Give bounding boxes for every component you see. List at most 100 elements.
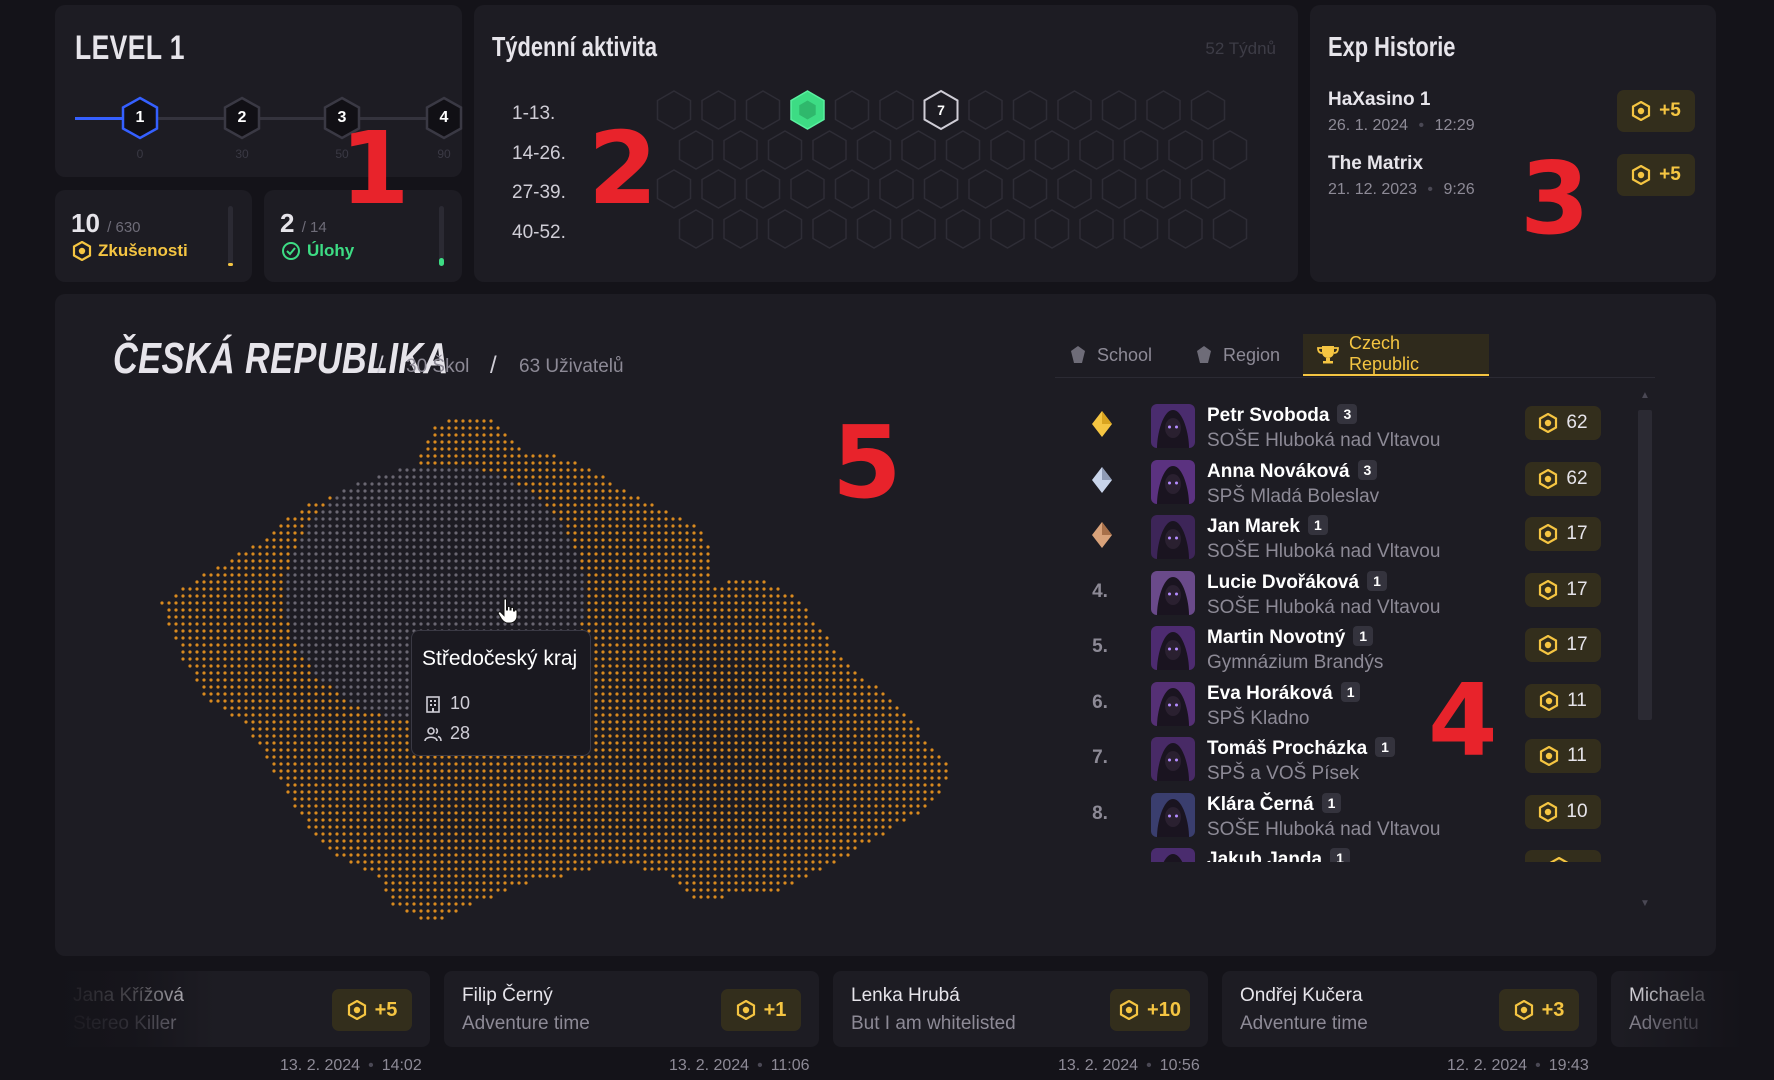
map-dot bbox=[699, 545, 703, 549]
week-cell[interactable] bbox=[745, 169, 781, 209]
map-dot bbox=[881, 825, 885, 829]
week-cell[interactable] bbox=[767, 209, 803, 249]
map-dot bbox=[559, 811, 563, 815]
week-cell[interactable] bbox=[1123, 209, 1159, 249]
map-dot bbox=[650, 720, 654, 724]
week-cell[interactable] bbox=[856, 130, 892, 170]
map-dot bbox=[699, 552, 703, 556]
week-cell[interactable] bbox=[1034, 209, 1070, 249]
week-cell[interactable] bbox=[1079, 130, 1114, 170]
map-dot bbox=[328, 706, 332, 710]
week-cell[interactable] bbox=[701, 169, 736, 209]
map-dot bbox=[692, 832, 696, 836]
week-cell[interactable] bbox=[834, 169, 870, 209]
week-cell[interactable] bbox=[990, 209, 1025, 249]
week-cell[interactable] bbox=[678, 130, 714, 170]
week-cell[interactable] bbox=[968, 90, 1003, 130]
map-dot bbox=[601, 573, 605, 577]
map-dot bbox=[636, 706, 640, 710]
map-dot bbox=[615, 734, 619, 738]
week-cell[interactable] bbox=[1212, 209, 1248, 249]
week-cell[interactable] bbox=[1012, 169, 1048, 209]
week-cell[interactable] bbox=[656, 169, 692, 209]
map-dot bbox=[433, 797, 437, 801]
week-cell[interactable] bbox=[968, 169, 1003, 209]
week-cell[interactable] bbox=[1057, 169, 1092, 209]
week-cell[interactable] bbox=[879, 169, 914, 209]
map-dot bbox=[685, 622, 689, 626]
map-dot bbox=[671, 657, 675, 661]
week-cell[interactable] bbox=[1057, 90, 1092, 130]
week-cell[interactable] bbox=[1101, 90, 1137, 130]
week-cell[interactable] bbox=[790, 169, 825, 209]
map-dot bbox=[188, 650, 192, 654]
map-dot bbox=[664, 713, 668, 717]
map-dot bbox=[272, 762, 276, 766]
week-cell[interactable] bbox=[1212, 130, 1248, 170]
map-dot bbox=[426, 489, 430, 493]
week-cell[interactable] bbox=[1101, 169, 1137, 209]
map-dot bbox=[622, 510, 626, 514]
map-dot bbox=[776, 678, 780, 682]
week-cell[interactable] bbox=[923, 169, 959, 209]
week-cell[interactable] bbox=[1123, 130, 1159, 170]
week-cell[interactable] bbox=[656, 90, 692, 130]
map-dot bbox=[251, 608, 255, 612]
week-cell[interactable] bbox=[812, 209, 847, 249]
week-cell[interactable] bbox=[723, 209, 758, 249]
week-cell[interactable] bbox=[901, 130, 936, 170]
week-cell[interactable] bbox=[701, 90, 736, 130]
map-dot bbox=[573, 461, 577, 465]
week-cell[interactable] bbox=[1034, 130, 1070, 170]
week-cell[interactable] bbox=[1146, 169, 1181, 209]
map-dot bbox=[461, 573, 465, 577]
map-dot bbox=[867, 727, 871, 731]
week-cell[interactable] bbox=[879, 90, 914, 130]
week-cell[interactable] bbox=[767, 130, 803, 170]
map-dot bbox=[223, 615, 227, 619]
week-cell[interactable] bbox=[856, 209, 892, 249]
map-dot bbox=[783, 713, 787, 717]
map-dot bbox=[636, 818, 640, 822]
map-dot bbox=[398, 531, 402, 535]
map-dot bbox=[300, 622, 304, 626]
map-dot bbox=[650, 517, 654, 521]
week-cell[interactable] bbox=[901, 209, 936, 249]
map-dot bbox=[741, 580, 745, 584]
map-dot bbox=[426, 853, 430, 857]
week-cell[interactable] bbox=[945, 209, 981, 249]
map-dot bbox=[636, 755, 640, 759]
map-dot bbox=[825, 846, 829, 850]
week-cell[interactable] bbox=[1079, 209, 1114, 249]
map-dot bbox=[580, 762, 584, 766]
week-cell[interactable] bbox=[1012, 90, 1048, 130]
week-cell[interactable] bbox=[1190, 169, 1226, 209]
map-dot bbox=[293, 776, 297, 780]
map-dot bbox=[643, 629, 647, 633]
map-dot bbox=[643, 790, 647, 794]
map-dot bbox=[272, 671, 276, 675]
week-cell[interactable] bbox=[1168, 209, 1203, 249]
map-dot bbox=[706, 573, 710, 577]
week-cell[interactable] bbox=[834, 90, 870, 130]
week-cell[interactable] bbox=[1190, 90, 1226, 130]
week-cell[interactable] bbox=[990, 130, 1025, 170]
map-dot bbox=[832, 860, 836, 864]
map-dot bbox=[615, 545, 619, 549]
week-cell[interactable] bbox=[1168, 130, 1203, 170]
map-dot bbox=[608, 706, 612, 710]
week-cell[interactable] bbox=[812, 130, 847, 170]
map-dot bbox=[517, 482, 521, 486]
week-cell[interactable] bbox=[723, 130, 758, 170]
map-dot bbox=[797, 685, 801, 689]
map-dot bbox=[811, 650, 815, 654]
map-dot bbox=[713, 804, 717, 808]
week-cell[interactable] bbox=[945, 130, 981, 170]
map-dot bbox=[713, 825, 717, 829]
week-cell[interactable] bbox=[678, 209, 714, 249]
week-cell[interactable] bbox=[1146, 90, 1181, 130]
map-dot bbox=[615, 699, 619, 703]
map-dot bbox=[580, 559, 584, 563]
map-dot bbox=[559, 559, 563, 563]
week-cell[interactable] bbox=[745, 90, 781, 130]
